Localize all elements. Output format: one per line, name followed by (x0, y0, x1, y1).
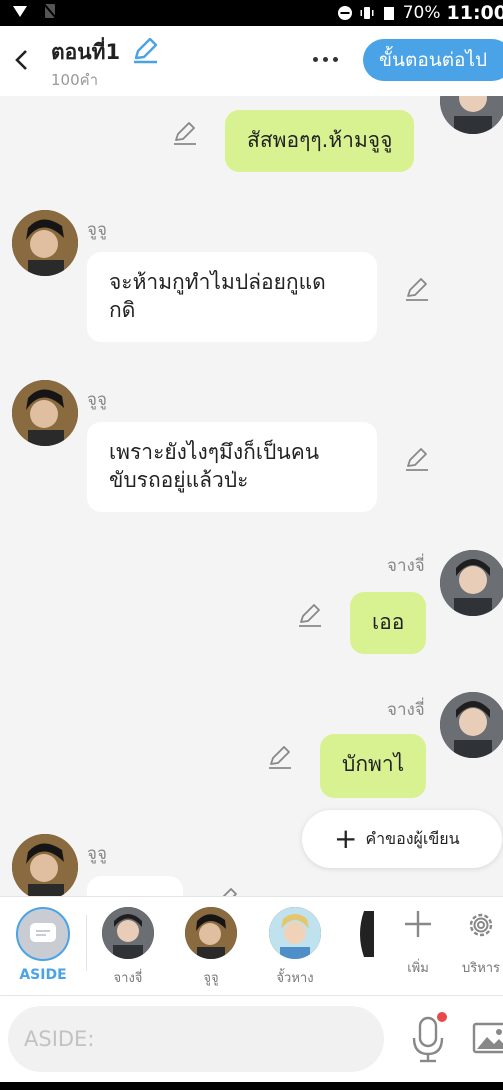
vibrate-icon (360, 7, 374, 19)
status-bar: 70% 11:00 (0, 0, 503, 26)
message-line: กดิ (109, 298, 136, 322)
next-step-button[interactable]: ขั้นตอนต่อไป (363, 39, 503, 81)
edit-message-icon[interactable] (214, 886, 240, 896)
edit-message-icon[interactable] (297, 602, 323, 628)
signal-icon (13, 6, 27, 17)
no-sim-icon (43, 3, 57, 19)
episode-title: ตอนที่1 (51, 40, 121, 64)
author-note-button[interactable]: + คำของผู้เขียน (302, 810, 502, 868)
speaker-name: จูจู (87, 844, 107, 864)
manage-label: บริหาร (461, 961, 501, 976)
add-character-button[interactable]: เพิ่ม (393, 909, 443, 976)
divider (86, 915, 87, 971)
composer-bar (0, 996, 503, 1082)
header: ตอนที่1 100คำ ขั้นตอนต่อไป (0, 26, 503, 96)
character-name: จางจี่ (113, 971, 143, 986)
aside-label: ASIDE (19, 967, 67, 983)
speaker-name: จูจู (87, 390, 107, 410)
character-item[interactable]: จางจี่ (102, 907, 154, 986)
character-bar: ASIDE จางจี่ จูจู จั้วหาง เพิ่ม บริหาร (0, 896, 503, 996)
avatar (440, 550, 503, 616)
do-not-disturb-icon (337, 6, 352, 20)
message-line: เพราะยังไงๆมึงก็เป็นคน (109, 440, 320, 464)
aside-button[interactable] (16, 907, 70, 961)
character-name: จั้วหาง (276, 971, 314, 986)
chevron-left-icon (15, 50, 27, 70)
edit-title-icon[interactable] (131, 36, 159, 64)
message-bubble[interactable]: เพราะยังไงๆมึงก็เป็นคน ขับรถอยู่แล้วป่ะ (87, 422, 377, 512)
edit-message-icon[interactable] (172, 120, 198, 146)
recording-dot (437, 1012, 447, 1022)
avatar (12, 210, 78, 276)
battery-icon (383, 7, 394, 20)
edit-message-icon[interactable] (404, 276, 430, 302)
author-note-label: คำของผู้เขียน (365, 828, 460, 848)
word-count: 100คำ (51, 71, 99, 89)
speaker-name: จูจู (87, 220, 107, 240)
message-bubble[interactable]: สัสพอๆๆ.ห้ามจูจู (225, 110, 415, 172)
message-line: จะห้ามกูทำไมปล่อยกูแด (109, 270, 326, 294)
chat-area[interactable]: สัสพอๆๆ.ห้ามจูจู จูจู จะห้ามกูทำไมปล่อยก… (0, 96, 503, 896)
gear-icon (469, 913, 493, 937)
plus-icon (405, 911, 431, 937)
speaker-name: จางจี่ (387, 556, 425, 576)
message-bubble[interactable]: เออ (350, 592, 427, 654)
message-bubble[interactable]: บักพาไ (320, 734, 427, 798)
system-nav-bar (0, 1082, 503, 1090)
chat-bubble-icon (30, 923, 56, 942)
character-name: จูจู (203, 971, 219, 986)
add-label: เพิ่ม (407, 961, 429, 976)
message-bubble[interactable] (87, 876, 183, 896)
message-input[interactable] (8, 1006, 384, 1072)
message-line: ขับรถอยู่แล้วป่ะ (109, 468, 249, 492)
avatar (440, 692, 503, 758)
plus-icon: + (334, 822, 358, 855)
avatar (102, 907, 154, 959)
character-item[interactable]: จูจู (185, 907, 237, 986)
character-item-partial[interactable] (356, 911, 374, 957)
speaker-name: จางจี่ (387, 700, 425, 720)
avatar (12, 834, 78, 896)
avatar (12, 380, 78, 446)
avatar (269, 907, 321, 959)
edit-message-icon[interactable] (267, 744, 293, 770)
avatar (440, 96, 503, 134)
back-button[interactable] (4, 42, 40, 78)
edit-message-icon[interactable] (404, 446, 430, 472)
character-item[interactable]: จั้วหาง (269, 907, 321, 986)
manage-characters-button[interactable]: บริหาร (456, 909, 503, 976)
clock: 11:00 (446, 2, 503, 24)
message-bubble[interactable]: จะห้ามกูทำไมปล่อยกูแด กดิ (87, 252, 377, 342)
battery-level: 70% (402, 3, 441, 23)
avatar (185, 907, 237, 959)
image-icon[interactable] (472, 1018, 503, 1058)
more-options-button[interactable] (306, 46, 344, 72)
